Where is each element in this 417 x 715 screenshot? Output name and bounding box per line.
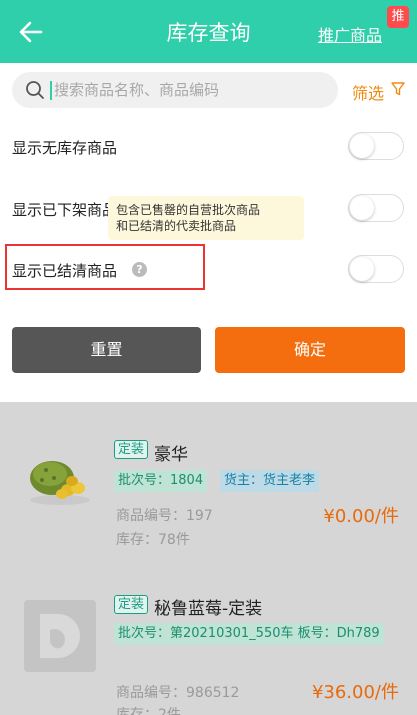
tooltip-line: 和已结清的代卖批商品 [116,219,237,233]
product-name: 豪华 [154,445,188,465]
batch-chip: 批次号：1804 [114,470,208,492]
switch-knob [350,257,374,281]
jackfruit-image [30,461,90,505]
delisted-switch[interactable] [348,194,404,222]
switch-knob [350,196,374,220]
out-of-stock-switch[interactable] [348,132,404,160]
product-name: 秘鲁蓝莓-定装 [154,599,263,619]
help-tooltip: 包含已售罄的自营批次商品 和已结清的代卖批商品 [108,196,304,240]
text-caret [50,81,52,100]
switch-knob [350,134,374,158]
search-input[interactable] [54,72,324,108]
search-icon [26,81,44,99]
search-bar[interactable] [12,72,338,108]
product-price: ¥36.00/件 [311,682,399,703]
reset-button[interactable]: 重置 [12,327,201,373]
settled-switch[interactable] [348,255,404,283]
product-stock: 库存：78件 [116,532,190,548]
filter-panel: 筛选 显示无库存商品 显示已下架商品 显示已结清商品 ? 包含已售罄的自营批次商… [0,63,417,402]
filter-button[interactable]: 筛选 [352,80,384,104]
app-header: 库存查询 推广商品 推 [0,0,417,63]
toggle-label: 显示无库存商品 [12,139,118,157]
placeholder-logo-image [24,600,96,672]
package-tag: 定装 [114,595,149,614]
product-code: 商品编号：986512 [116,685,240,701]
product-price: ¥0.00/件 [323,506,399,527]
owner-chip: 货主：货主老李 [220,470,320,492]
product-card[interactable]: 定装 豪华 批次号：1804 货主：货主老李 商品编号：197 ¥0.00/件 … [0,418,417,568]
confirm-button[interactable]: 确定 [215,327,405,373]
promo-products-link[interactable]: 推广商品 [318,22,382,46]
product-card[interactable]: 定装 秘鲁蓝莓-定装 批次号：第20210301_550车 板号：Dh789 商… [0,578,417,715]
toggle-row-out-of-stock: 显示无库存商品 [0,127,417,167]
toggle-label: 显示已下架商品 [12,201,118,219]
tooltip-line: 包含已售罄的自营批次商品 [116,203,261,217]
promo-badge: 推 [387,6,409,28]
product-stock: 库存：2件 [116,707,181,715]
funnel-icon[interactable] [391,82,405,96]
product-code: 商品编号：197 [116,508,213,524]
batch-chip: 批次号：第20210301_550车 板号：Dh789 [114,623,384,645]
package-tag: 定装 [114,440,149,459]
highlight-box [5,244,205,290]
